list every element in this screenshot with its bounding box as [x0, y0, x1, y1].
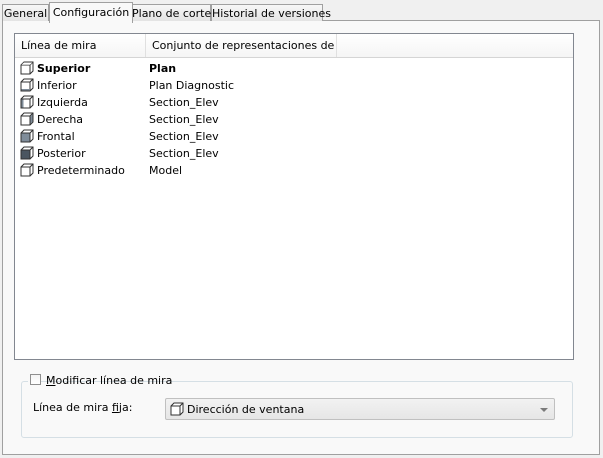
cube-right-icon [20, 112, 34, 126]
list-item[interactable]: Predeterminado Model [15, 162, 573, 179]
cube-default-icon [20, 163, 34, 177]
line-of-sight-name: Predeterminado [37, 164, 125, 177]
list-header: Línea de mira Conjunto de representacion… [15, 34, 573, 58]
line-of-sight-name: Izquierda [37, 96, 88, 109]
line-of-sight-list[interactable]: Línea de mira Conjunto de representacion… [14, 33, 574, 360]
fixed-line-of-sight-select[interactable]: Dirección de ventana [165, 398, 555, 420]
cube-left-icon [20, 95, 34, 109]
override-legend: Modificar línea de mira [28, 372, 172, 388]
cube-back-icon [20, 146, 34, 160]
tab-historial-de-versiones[interactable]: Historial de versiones [211, 4, 331, 21]
chevron-down-icon[interactable] [540, 408, 548, 412]
cube-top-icon [20, 61, 34, 75]
list-item[interactable]: Izquierda Section_Elev [15, 94, 573, 111]
tab-configuracion[interactable]: Configuración [49, 2, 133, 23]
list-item[interactable]: Frontal Section_Elev [15, 128, 573, 145]
list-item[interactable]: Inferior Plan Diagnostic [15, 77, 573, 94]
list-item[interactable]: Derecha Section_Elev [15, 111, 573, 128]
representation-set: Plan Diagnostic [149, 79, 234, 92]
representation-set: Section_Elev [149, 113, 219, 126]
representation-set: Section_Elev [149, 130, 219, 143]
list-item[interactable]: Posterior Section_Elev [15, 145, 573, 162]
representation-set: Plan [149, 62, 177, 75]
line-of-sight-name: Frontal [37, 130, 75, 143]
line-of-sight-name: Superior [37, 62, 91, 75]
line-of-sight-name: Derecha [37, 113, 84, 126]
representation-set: Section_Elev [149, 96, 219, 109]
column-header-linea-de-mira[interactable]: Línea de mira [15, 34, 146, 57]
cube-default-icon [170, 402, 184, 416]
tab-general[interactable]: General [2, 4, 49, 21]
column-header-conjunto[interactable]: Conjunto de representaciones de ... [146, 34, 337, 57]
modify-line-of-sight-checkbox[interactable] [30, 374, 41, 385]
list-item[interactable]: Superior Plan [15, 60, 573, 77]
cube-bottom-icon [20, 78, 34, 92]
line-of-sight-name: Inferior [37, 79, 77, 92]
modify-line-of-sight-label[interactable]: Modificar línea de mira [46, 373, 172, 388]
cube-front-icon [20, 129, 34, 143]
fixed-line-of-sight-label: Línea de mira fija: [33, 401, 133, 414]
representation-set: Model [149, 164, 183, 177]
line-of-sight-name: Posterior [37, 147, 86, 160]
representation-set: Section_Elev [149, 147, 219, 160]
tab-plano-de-corte[interactable]: Plano de corte [131, 4, 211, 21]
select-value: Dirección de ventana [187, 403, 305, 416]
